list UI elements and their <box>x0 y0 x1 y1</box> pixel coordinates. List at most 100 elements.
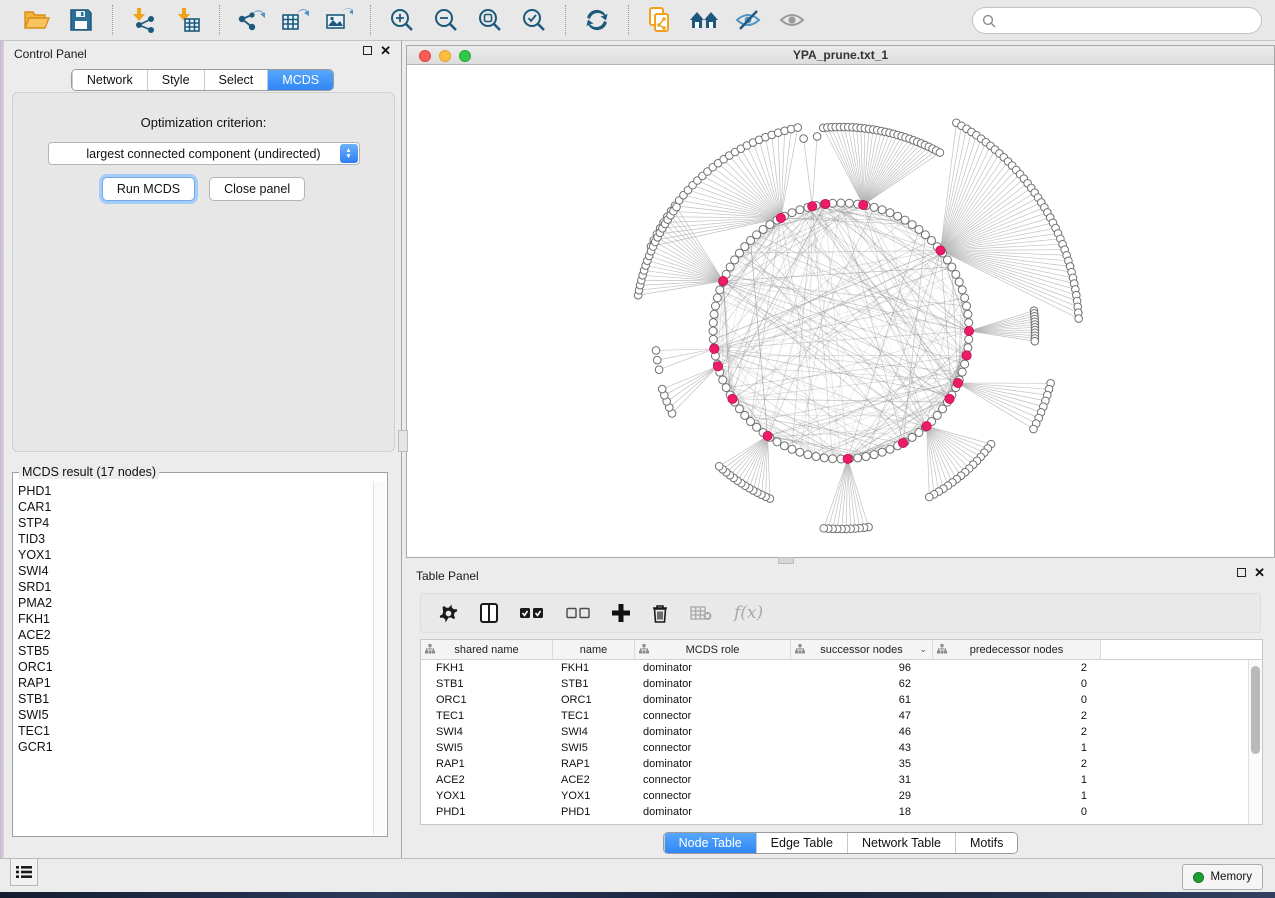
graph-node[interactable] <box>766 221 774 229</box>
cell-name[interactable]: FKH1 <box>553 662 635 674</box>
graph-node[interactable] <box>804 451 812 459</box>
export-table-icon[interactable] <box>276 4 314 36</box>
graph-edge[interactable] <box>833 459 848 529</box>
zoom-in-icon[interactable] <box>383 4 421 36</box>
export-image-icon[interactable] <box>320 4 358 36</box>
table-row[interactable]: PHD1 PHD1 dominator 18 0 <box>421 804 1248 820</box>
cell-successor-nodes[interactable]: 43 <box>791 742 933 754</box>
graph-node[interactable] <box>813 133 821 141</box>
mcds-result-node[interactable]: FKH1 <box>18 611 373 627</box>
graph-node-dominator[interactable] <box>922 422 931 431</box>
graph-node[interactable] <box>958 368 966 376</box>
graph-edge[interactable] <box>734 436 768 478</box>
graph-edge[interactable] <box>723 436 768 469</box>
table-row[interactable]: SWI4 SWI4 dominator 46 2 <box>421 724 1248 740</box>
graph-edge[interactable] <box>969 316 1034 331</box>
graph-node[interactable] <box>713 294 721 302</box>
cell-mcds-role[interactable]: dominator <box>635 726 791 738</box>
graph-node[interactable] <box>715 462 723 470</box>
graph-node[interactable] <box>878 206 886 214</box>
graph-node-dominator[interactable] <box>945 394 954 403</box>
graph-node[interactable] <box>800 135 808 143</box>
graph-edge[interactable] <box>697 181 780 218</box>
cell-successor-nodes[interactable]: 62 <box>791 678 933 690</box>
table-splitter-handle[interactable] <box>778 557 794 564</box>
mcds-result-node[interactable]: STB5 <box>18 643 373 659</box>
copy-style-icon[interactable] <box>641 4 679 36</box>
save-session-icon[interactable] <box>62 4 100 36</box>
memory-button[interactable]: Memory <box>1182 864 1263 890</box>
graph-node[interactable] <box>961 360 969 368</box>
mcds-result-node[interactable]: TEC1 <box>18 723 373 739</box>
table-scrollbar-thumb[interactable] <box>1251 666 1260 754</box>
cell-shared-name[interactable]: ORC1 <box>421 694 553 706</box>
graph-edge[interactable] <box>958 383 1036 424</box>
graph-edge[interactable] <box>927 426 961 476</box>
graph-edge[interactable] <box>958 383 1043 407</box>
cell-mcds-role[interactable]: dominator <box>635 662 791 674</box>
column-header-mcds-role[interactable]: MCDS role <box>635 640 791 659</box>
show-hidden-eye-icon[interactable] <box>773 4 811 36</box>
table-row[interactable]: SWI5 SWI5 connector 43 1 <box>421 740 1248 756</box>
graph-node[interactable] <box>794 124 802 132</box>
graph-node[interactable] <box>886 445 894 453</box>
table-tab[interactable]: Motifs <box>955 833 1017 853</box>
graph-node[interactable] <box>673 203 681 211</box>
cell-shared-name[interactable]: ACE2 <box>421 774 553 786</box>
graph-node[interactable] <box>963 302 971 310</box>
mcds-result-node[interactable]: PMA2 <box>18 595 373 611</box>
cell-name[interactable]: TEC1 <box>553 710 635 722</box>
graph-edge[interactable] <box>730 204 824 395</box>
column-header-predecessor-nodes[interactable]: predecessor nodes <box>933 640 1101 659</box>
control-panel-tab[interactable]: Network <box>72 70 147 90</box>
graph-edge[interactable] <box>832 127 864 205</box>
cell-shared-name[interactable]: RAP1 <box>421 758 553 770</box>
show-all-houses-icon[interactable] <box>685 4 723 36</box>
graph-node[interactable] <box>886 209 894 217</box>
graph-node[interactable] <box>1075 315 1083 323</box>
table-tab[interactable]: Node Table <box>664 833 756 853</box>
graph-node-dominator[interactable] <box>710 344 719 353</box>
cell-predecessor-nodes[interactable]: 0 <box>933 806 1101 818</box>
graph-node[interactable] <box>820 524 828 532</box>
cell-name[interactable]: ACE2 <box>553 774 635 786</box>
result-list-scrollbar[interactable] <box>373 481 386 835</box>
cell-predecessor-nodes[interactable]: 1 <box>933 742 1101 754</box>
add-row-icon[interactable] <box>612 604 630 622</box>
maximize-window-icon[interactable] <box>459 50 471 62</box>
graph-edge[interactable] <box>848 229 919 458</box>
cell-successor-nodes[interactable]: 29 <box>791 790 933 802</box>
mcds-result-node[interactable]: TID3 <box>18 531 373 547</box>
graph-node[interactable] <box>1031 337 1039 345</box>
cell-name[interactable]: SWI4 <box>553 726 635 738</box>
network-search-box[interactable] <box>972 7 1262 34</box>
mcds-result-node[interactable]: GCR1 <box>18 739 373 755</box>
graph-edge[interactable] <box>940 228 1055 250</box>
table-row[interactable]: FKH1 FKH1 dominator 96 2 <box>421 660 1248 676</box>
graph-edge[interactable] <box>927 426 991 444</box>
cell-successor-nodes[interactable]: 18 <box>791 806 933 818</box>
float-table-panel-icon[interactable] <box>1237 568 1246 577</box>
graph-node[interactable] <box>862 453 870 461</box>
graph-edge[interactable] <box>781 129 791 218</box>
mcds-result-node[interactable]: SWI4 <box>18 563 373 579</box>
column-header-successor-nodes[interactable]: successor nodes ⌄ <box>791 640 933 659</box>
cell-shared-name[interactable]: STB1 <box>421 678 553 690</box>
graph-edge[interactable] <box>969 322 1035 331</box>
zoom-selected-icon[interactable] <box>515 4 553 36</box>
graph-node-dominator[interactable] <box>719 276 728 285</box>
cell-successor-nodes[interactable]: 31 <box>791 774 933 786</box>
mcds-result-node[interactable]: SWI5 <box>18 707 373 723</box>
cell-predecessor-nodes[interactable]: 2 <box>933 758 1101 770</box>
graph-edge[interactable] <box>863 135 897 205</box>
graph-node[interactable] <box>908 221 916 229</box>
graph-edge[interactable] <box>863 139 909 205</box>
cell-mcds-role[interactable]: dominator <box>635 758 791 770</box>
delete-row-trash-icon[interactable] <box>652 604 668 623</box>
graph-node[interactable] <box>722 384 730 392</box>
control-panel-tab[interactable]: MCDS <box>267 70 333 90</box>
graph-node[interactable] <box>925 493 933 501</box>
cell-mcds-role[interactable]: connector <box>635 710 791 722</box>
graph-node-dominator[interactable] <box>953 378 962 387</box>
optimization-criterion-dropdown[interactable]: largest connected component (undirected)… <box>48 142 360 165</box>
